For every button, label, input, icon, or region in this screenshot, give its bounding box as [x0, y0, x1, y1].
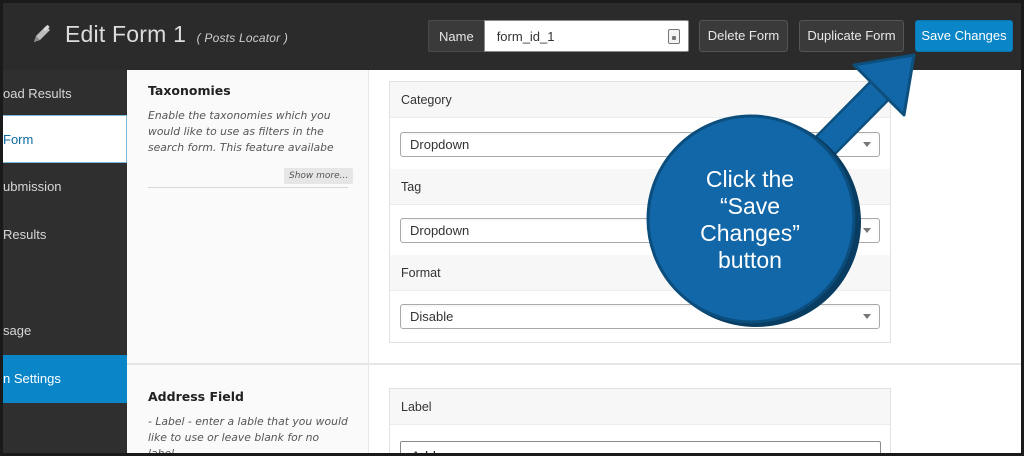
tag-select-value: Dropdown — [410, 223, 470, 238]
callout-line-4: button — [718, 247, 782, 273]
page-subtitle: ( Posts Locator ) — [196, 31, 289, 45]
app-window: Edit Form 1 ( Posts Locator ) Name Delet… — [0, 0, 1024, 456]
category-select-value: Dropdown — [410, 137, 470, 152]
delete-form-button[interactable]: Delete Form — [699, 20, 788, 52]
page-title-text: Edit Form 1 — [65, 21, 187, 47]
save-changes-button[interactable]: Save Changes — [915, 20, 1013, 52]
sidebar-item-submission[interactable]: ubmission — [3, 163, 127, 211]
address-label-input[interactable] — [401, 442, 861, 453]
address-field-description: - Label - enter a lable that you would l… — [148, 415, 348, 456]
password-manager-icon[interactable] — [667, 29, 680, 44]
duplicate-form-button[interactable]: Duplicate Form — [799, 20, 904, 52]
taxonomies-info: Taxonomies Enable the taxonomies which y… — [127, 70, 369, 363]
sidebar: oad Results Form ubmission Results sage … — [3, 70, 127, 453]
show-more-link[interactable]: Show more... — [284, 168, 354, 184]
callout-line-2: “Save — [719, 193, 781, 219]
callout-text: Click the “Save Changes” button — [675, 166, 825, 274]
category-select[interactable]: Dropdown — [400, 132, 880, 157]
format-select-value: Disable — [410, 309, 454, 324]
address-label-heading: Label — [390, 389, 890, 425]
form-name-group: Name — [428, 20, 689, 52]
sidebar-item-form[interactable]: Form — [3, 115, 127, 163]
category-label: Category — [390, 82, 890, 118]
sidebar-item-usage[interactable]: sage — [3, 307, 127, 355]
sidebar-item-results[interactable]: Results — [3, 211, 127, 259]
page-title: Edit Form 1 ( Posts Locator ) — [65, 21, 288, 48]
form-name-input[interactable] — [484, 21, 665, 51]
format-select[interactable]: Disable — [400, 304, 880, 329]
taxonomies-title: Taxonomies — [148, 83, 231, 98]
address-field-fields: Label — [389, 388, 891, 453]
header-bar: Edit Form 1 ( Posts Locator ) Name Delet… — [3, 3, 1021, 70]
taxonomies-description: Enable the taxonomies which you would li… — [148, 109, 334, 154]
chevron-down-icon — [863, 142, 871, 147]
callout-line-1: Click the — [705, 166, 795, 192]
address-label-field[interactable] — [400, 441, 881, 453]
description-divider — [148, 187, 348, 188]
sidebar-item-load-results[interactable]: oad Results — [3, 70, 127, 118]
chevron-down-icon — [863, 228, 871, 233]
sidebar-item-form-settings[interactable]: n Settings — [3, 355, 127, 403]
address-field-title: Address Field — [148, 389, 244, 404]
address-field-info: Address Field - Label - enter a lable th… — [127, 365, 369, 456]
pencil-icon — [34, 24, 50, 42]
callout-line-3: Changes” — [700, 220, 800, 246]
form-name-field[interactable] — [483, 20, 689, 52]
main-panel: Taxonomies Enable the taxonomies which y… — [127, 70, 1021, 456]
chevron-down-icon — [863, 314, 871, 319]
form-name-label: Name — [428, 20, 484, 52]
